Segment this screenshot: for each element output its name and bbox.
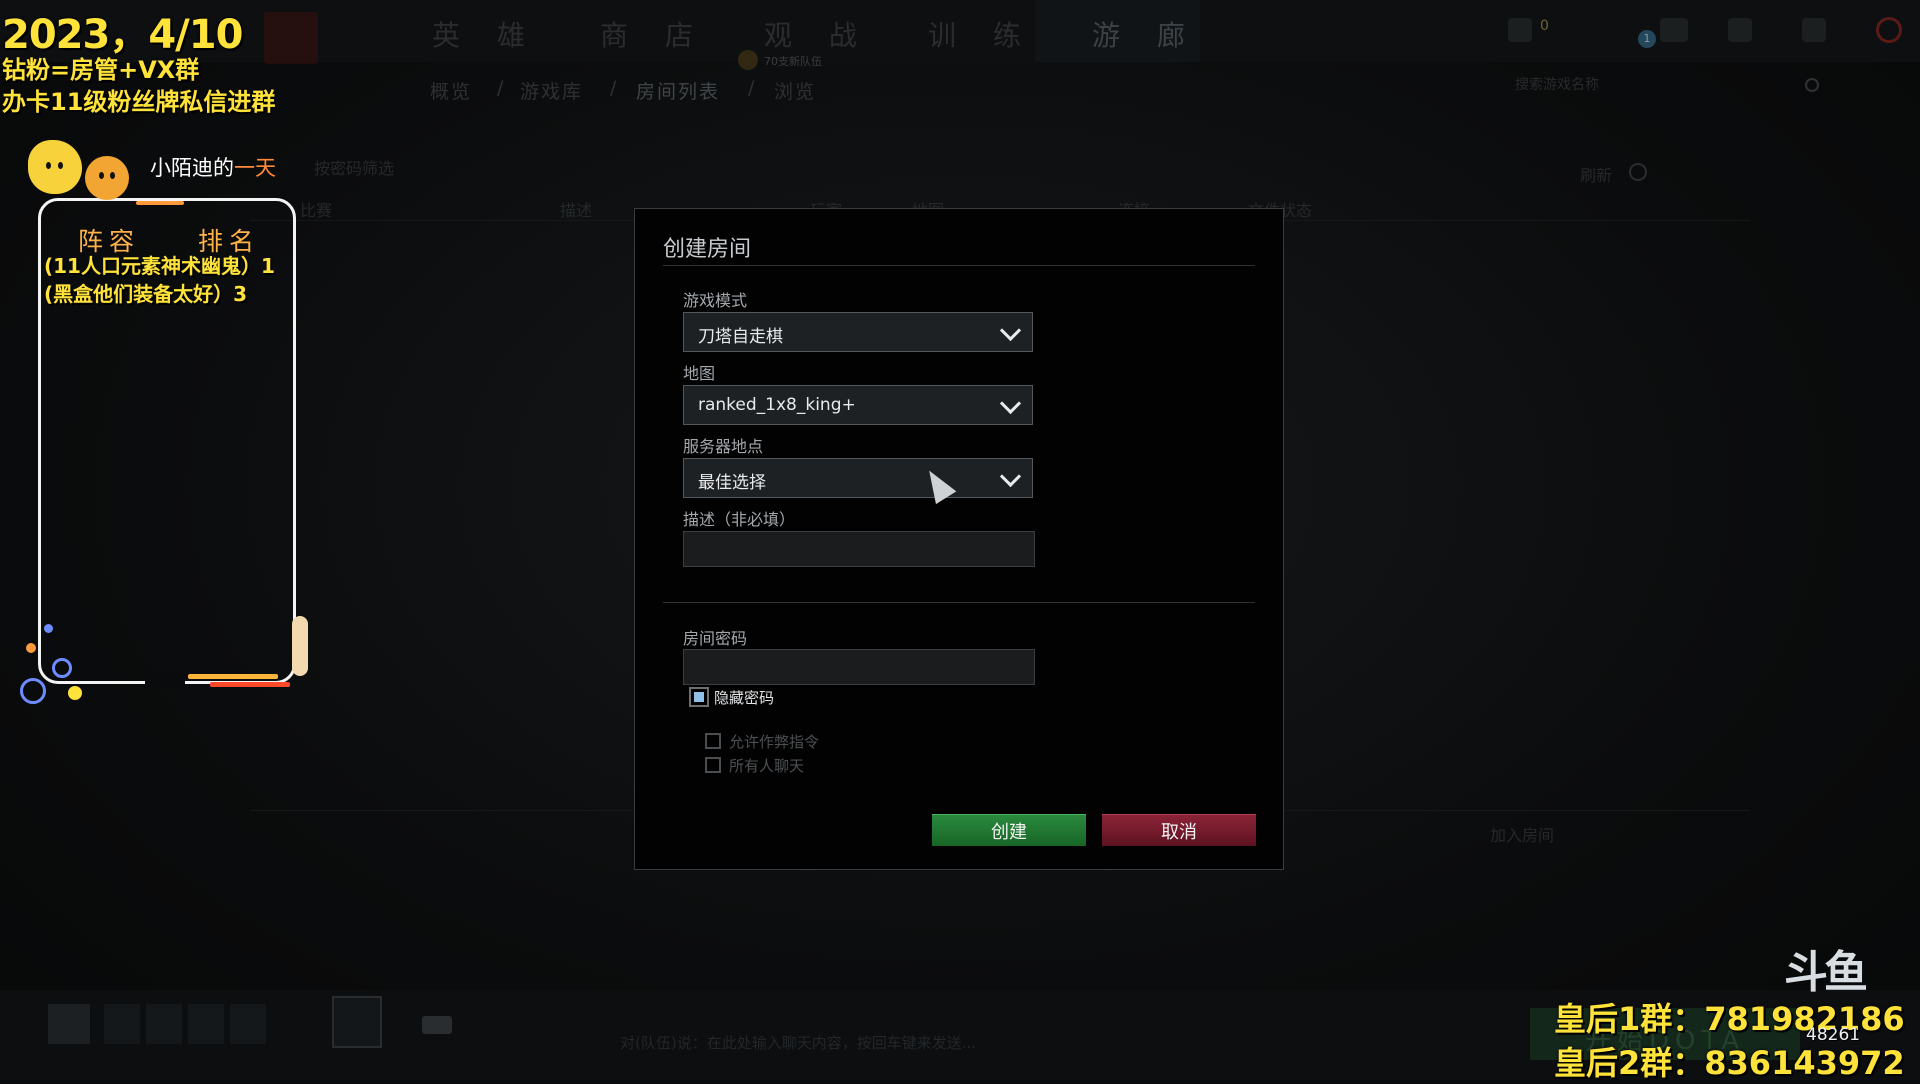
join-room-button[interactable]: 加入房间 xyxy=(1490,822,1554,846)
dota-logo-icon[interactable] xyxy=(264,12,318,64)
overlay-deco-title: 小陌迪的一天 xyxy=(150,152,276,182)
description-input[interactable] xyxy=(683,531,1035,567)
map-label: 地图 xyxy=(683,364,716,383)
overlay-row: (11人口元素神术幽鬼）1 xyxy=(44,254,275,278)
chevron-down-icon xyxy=(999,392,1022,415)
all-chat-checkbox[interactable] xyxy=(705,757,721,773)
chat-input[interactable]: 对(队伍)说：在此处输入聊天内容，按回车键来发送... xyxy=(620,1032,976,1053)
settings-icon[interactable] xyxy=(1802,18,1826,42)
party-icon[interactable] xyxy=(422,1016,452,1034)
douyu-logo: 斗鱼 xyxy=(1784,947,1868,998)
ring-deco-icon xyxy=(52,658,72,678)
create-button[interactable]: 创建 xyxy=(932,814,1086,846)
server-label: 服务器地点 xyxy=(683,437,764,456)
subnav-library[interactable]: 游戏库 xyxy=(520,77,583,104)
party-slot[interactable] xyxy=(188,1004,224,1044)
eye-icon xyxy=(99,172,104,179)
refresh-icon[interactable] xyxy=(1629,163,1647,181)
section-divider xyxy=(663,602,1255,603)
subnav-sep: / xyxy=(748,77,757,99)
party-slot[interactable] xyxy=(104,1004,140,1044)
dot-deco xyxy=(26,643,36,653)
friends-icon[interactable] xyxy=(1660,18,1688,42)
deco-underline xyxy=(136,201,184,205)
tab-watch[interactable]: 观 战 xyxy=(764,14,871,54)
ring-deco-icon xyxy=(20,678,46,704)
stripe-deco xyxy=(188,674,278,679)
password-filter-label[interactable]: 按密码筛选 xyxy=(314,155,394,179)
tab-learn[interactable]: 训 练 xyxy=(928,14,1035,54)
chevron-down-icon xyxy=(999,465,1022,488)
server-value: 最佳选择 xyxy=(698,473,766,493)
overlay-group-note: 办卡11级粉丝牌私信进群 xyxy=(2,88,276,116)
map-value: ranked_1x8_king+ xyxy=(698,395,856,415)
tab-arcade[interactable]: 游 廊 xyxy=(1092,14,1199,54)
subnav-browse[interactable]: 浏览 xyxy=(774,77,816,104)
subnav-lobby-list[interactable]: 房间列表 xyxy=(636,77,720,104)
shard-count: 0 xyxy=(1540,18,1549,34)
party-slot[interactable] xyxy=(146,1004,182,1044)
col-description: 描述 xyxy=(560,201,593,220)
hide-password-checkbox[interactable] xyxy=(689,687,709,707)
dot-deco xyxy=(44,624,53,633)
star-mascot-icon xyxy=(28,140,82,194)
star-mascot-icon xyxy=(85,156,129,200)
allow-cheats-label: 允许作弊指令 xyxy=(729,733,820,751)
tab-store[interactable]: 商 店 xyxy=(600,14,707,54)
chevron-down-icon xyxy=(999,319,1022,342)
create-room-dialog: 创建房间 游戏模式 刀塔自走棋 地图 ranked_1x8_king+ 服务器地… xyxy=(634,208,1284,870)
title-divider xyxy=(663,265,1255,266)
overlay-fan-note: 钻粉=房管+VX群 xyxy=(2,56,200,84)
room-number: 48261 xyxy=(1806,1025,1861,1045)
all-chat-label: 所有人聊天 xyxy=(729,757,805,775)
allow-cheats-checkbox[interactable] xyxy=(705,733,721,749)
eye-icon xyxy=(110,172,115,179)
game-mode-value: 刀塔自走棋 xyxy=(698,327,783,347)
battle-pass-icon[interactable] xyxy=(332,996,382,1048)
search-icon[interactable] xyxy=(1805,78,1819,92)
password-input[interactable] xyxy=(683,649,1035,685)
sparkle-icon xyxy=(68,686,82,700)
map-select[interactable]: ranked_1x8_king+ xyxy=(683,385,1033,425)
description-label: 描述（非必填） xyxy=(683,510,796,529)
deco-title-accent: 一天 xyxy=(234,156,276,180)
shard-icon[interactable] xyxy=(1508,18,1532,42)
player-avatar[interactable] xyxy=(48,1004,90,1044)
notification-badge[interactable]: 1 xyxy=(1638,30,1656,48)
tab-heroes[interactable]: 英 雄 xyxy=(432,14,539,54)
news-icon[interactable] xyxy=(1728,18,1752,42)
eye-icon xyxy=(58,162,63,169)
stripe-deco xyxy=(210,682,290,687)
deco-title-main: 小陌迪的 xyxy=(150,156,234,180)
refresh-label[interactable]: 刷新 xyxy=(1580,162,1612,186)
subnav-sep: / xyxy=(610,77,619,99)
power-icon[interactable] xyxy=(1876,17,1902,43)
game-mode-select[interactable]: 刀塔自走棋 xyxy=(683,312,1033,352)
dialog-title: 创建房间 xyxy=(663,237,752,262)
party-slot[interactable] xyxy=(230,1004,266,1044)
search-input[interactable]: 搜索游戏名称 xyxy=(1515,74,1815,98)
game-mode-label: 游戏模式 xyxy=(683,291,748,310)
server-select[interactable]: 最佳选择 xyxy=(683,458,1033,498)
subnav-sep: / xyxy=(497,77,506,99)
subnav-overview[interactable]: 概览 xyxy=(430,77,472,104)
frame-gap xyxy=(145,670,185,688)
hide-password-label: 隐藏密码 xyxy=(714,689,775,707)
eye-icon xyxy=(46,162,51,169)
password-label: 房间密码 xyxy=(683,629,748,648)
overlay-row: (黑盒他们装备太好）3 xyxy=(44,282,248,306)
cancel-button[interactable]: 取消 xyxy=(1102,814,1256,846)
col-match: 比赛 xyxy=(300,201,333,220)
team-badge-icon xyxy=(738,50,758,70)
team-label: 70支新队伍 xyxy=(764,55,822,68)
character-arm-icon xyxy=(292,616,308,676)
